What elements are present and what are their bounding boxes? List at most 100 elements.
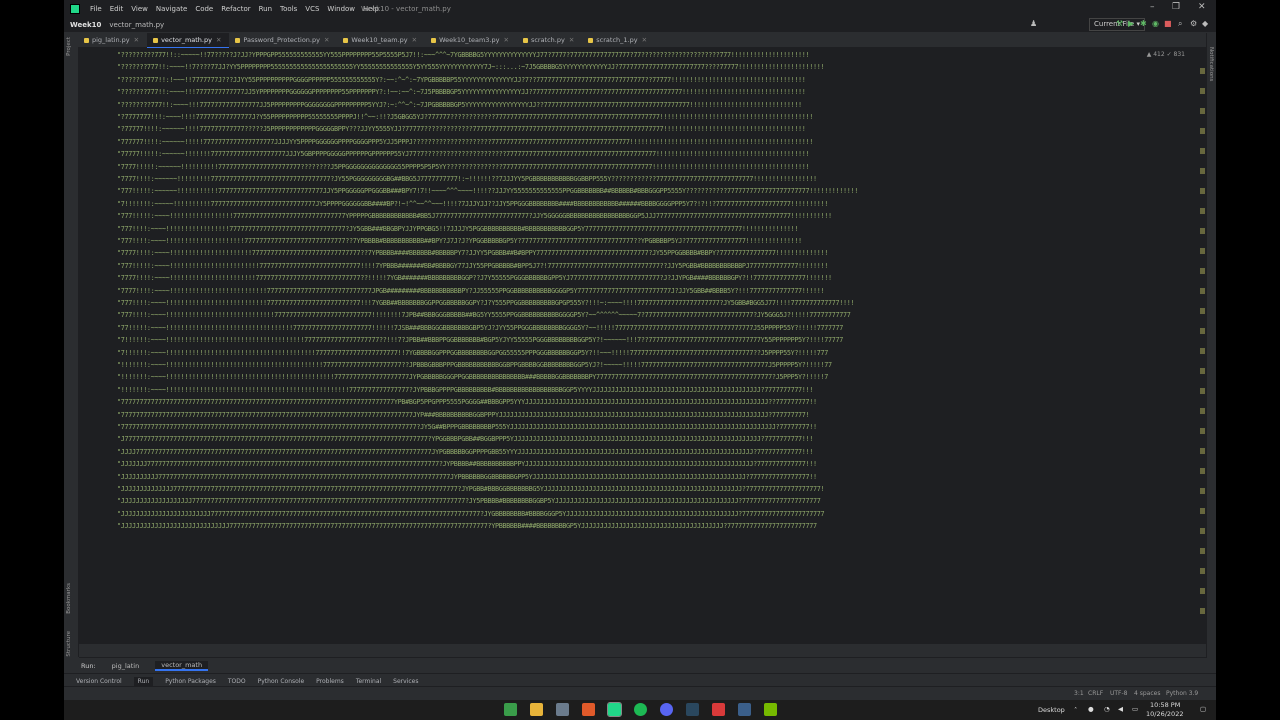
run-tab-pig-latin[interactable]: pig_latin bbox=[106, 662, 146, 670]
bookmarks-tool-button[interactable]: Bookmarks bbox=[66, 583, 72, 614]
menu-file[interactable]: File bbox=[86, 5, 106, 13]
code-line[interactable]: "777!!!!:~~~~!!!!!!!!!!!!!!!!!!!!!!!!!!!… bbox=[117, 312, 851, 319]
editor-scrollbar[interactable] bbox=[1200, 48, 1205, 644]
caret-position[interactable]: 3:1 bbox=[1074, 690, 1084, 697]
tool-run[interactable]: Run bbox=[133, 676, 154, 686]
volume-icon[interactable]: ◀ bbox=[1118, 705, 1123, 713]
code-line[interactable]: "!!!!!!!:~~~~!!!!!!!!!!!!!!!!!!!!!!!!!!!… bbox=[117, 374, 828, 381]
code-line[interactable]: "????????777!!:~~~~!!!7777777777777777JJ… bbox=[117, 101, 802, 109]
menu-code[interactable]: Code bbox=[191, 5, 217, 13]
brave-browser-icon[interactable] bbox=[582, 703, 595, 716]
inspection-widget[interactable]: ▲ 412 ✓ 831 bbox=[1147, 51, 1185, 58]
code-line[interactable]: "7!!!!!!!:~~~~~!!!!!!!!!!777777777777777… bbox=[117, 200, 828, 208]
code-line[interactable]: "777777!!!!:~~~~~~!!!!!77777777777777777… bbox=[117, 138, 813, 146]
menu-edit[interactable]: Edit bbox=[106, 5, 128, 13]
code-line[interactable]: "JJJJ77777777777777777777777777777777777… bbox=[117, 448, 813, 456]
menu-view[interactable]: View bbox=[127, 5, 152, 13]
code-line[interactable]: "???????777!!:~~~~!!!7777777777777JJ5YPP… bbox=[117, 89, 806, 96]
code-line[interactable]: "?77777!!!!:~~~~~~!!!!777777777777?????J… bbox=[117, 126, 806, 133]
code-line[interactable]: "7777!!!!:~~~~!!!!!!!!!!!!!!!!!!!!!!!!!!… bbox=[117, 287, 825, 295]
close-tab-icon[interactable]: ✕ bbox=[216, 33, 221, 47]
close-tab-icon[interactable]: ✕ bbox=[412, 33, 417, 47]
code-line[interactable]: "JJJJJJJ77777777777777777777777777777777… bbox=[117, 461, 817, 468]
code-line[interactable]: "77777!!!!!:~~~~~~!!!!!!!777777777777777… bbox=[117, 151, 810, 158]
build-icon[interactable]: ⚒ bbox=[1116, 19, 1123, 28]
tool-terminal[interactable]: Terminal bbox=[356, 678, 381, 685]
user-icon[interactable]: ♟ bbox=[1030, 19, 1037, 28]
settings-icon[interactable] bbox=[556, 703, 569, 716]
code-line[interactable]: "7777!!!!:~~~~!!!!!!!!!!!!!!!!!!!!!!!777… bbox=[117, 275, 832, 282]
code-line[interactable]: "?????????777!!::~~~~~!!77?????J?JJ?YPPP… bbox=[117, 52, 810, 59]
code-line[interactable]: "777!!!!!:~~~~~~!!!!!!!!!!!7777777777777… bbox=[117, 188, 858, 195]
tab-password-protection[interactable]: Password_Protection.py ✕ bbox=[229, 33, 337, 47]
discord-icon[interactable] bbox=[660, 703, 673, 716]
code-line[interactable]: "JJJJJJJJJJJJJJ7777777777777777777777777… bbox=[117, 486, 825, 493]
project-tool-button[interactable]: Project bbox=[66, 37, 72, 56]
nvidia-icon[interactable] bbox=[764, 703, 777, 716]
notifications-tool-button[interactable]: Notifications bbox=[1208, 47, 1214, 81]
code-line[interactable]: "?7777777!!!:~~~~!!!!777777777777777J?Y5… bbox=[117, 114, 813, 121]
code-line[interactable]: "???????777!!:~~~~!!7????77JJ?YY5PPPPPPP… bbox=[117, 64, 825, 71]
structure-tool-button[interactable]: Structure bbox=[66, 631, 72, 657]
indent-setting[interactable]: 4 spaces bbox=[1134, 690, 1160, 697]
code-line[interactable]: "777777777777777777777777777777777777777… bbox=[117, 424, 817, 431]
python-interpreter[interactable]: Python 3.9 bbox=[1166, 690, 1198, 697]
spotify-icon[interactable] bbox=[634, 703, 647, 716]
code-editor[interactable]: "?????????777!!::~~~~~!!77?????J?JJ?YPPP… bbox=[79, 48, 1207, 644]
tab-scratch[interactable]: scratch.py ✕ bbox=[517, 33, 582, 47]
restore-icon[interactable]: ❐ bbox=[1172, 2, 1180, 12]
code-line[interactable]: "777777777777777777777777777777777777777… bbox=[117, 411, 810, 419]
tool-services[interactable]: Services bbox=[393, 678, 418, 685]
run-icon[interactable]: ▶ bbox=[1128, 19, 1134, 28]
clock-date[interactable]: 10/26/2022 bbox=[1146, 710, 1183, 718]
minimize-icon[interactable]: – bbox=[1150, 2, 1155, 12]
coverage-icon[interactable]: ◉ bbox=[1152, 19, 1159, 28]
code-line[interactable]: "7!!!!!!:~~~~!!!!!!!!!!!!!!!!!!!!!!!!!!!… bbox=[117, 349, 828, 357]
code-line[interactable]: "7!!!!!!:~~~~!!!!!!!!!!!!!!!!!!!!!!!!!!!… bbox=[117, 337, 843, 344]
code-line[interactable]: "7777!!!!:~~~~~~!!!!!!!!!777777777777777… bbox=[117, 176, 817, 183]
tab-vector-math[interactable]: vector_math.py ✕ bbox=[147, 33, 230, 49]
menu-tools[interactable]: Tools bbox=[276, 5, 301, 13]
code-line[interactable]: "JJJJJJJJJJJJJJJJJJJJJJJJ777777777777777… bbox=[117, 510, 825, 518]
tool-version-control[interactable]: Version Control bbox=[76, 678, 122, 685]
tab-scratch-1[interactable]: scratch_1.py ✕ bbox=[582, 33, 655, 47]
code-line[interactable]: "JJJJJJJJJJJJJJJJJJJ77777777777777777777… bbox=[117, 498, 821, 505]
desktop-label[interactable]: Desktop bbox=[1038, 706, 1065, 714]
steam-icon[interactable] bbox=[686, 703, 699, 716]
code-line[interactable]: "777!!!!:~~~~!!!!!!!!!!!!!!!!!!!!!777777… bbox=[117, 238, 802, 245]
file-encoding[interactable]: UTF-8 bbox=[1110, 690, 1128, 697]
tool-python-packages[interactable]: Python Packages bbox=[165, 678, 216, 685]
code-line[interactable]: "7777!!!!:~~~~!!!!!!!!!!!!!!!!!!!!!!7777… bbox=[117, 250, 828, 257]
code-area[interactable]: "?????????777!!::~~~~~!!77?????J?JJ?YPPP… bbox=[117, 48, 1205, 644]
code-line[interactable]: "!!!!!!!:~~~~!!!!!!!!!!!!!!!!!!!!!!!!!!!… bbox=[117, 386, 813, 394]
pycharm-taskbar-icon[interactable] bbox=[607, 702, 622, 717]
menu-window[interactable]: Window bbox=[323, 5, 359, 13]
run-tab-vector-math[interactable]: vector_math bbox=[155, 660, 209, 671]
line-separator[interactable]: CRLF bbox=[1088, 690, 1103, 697]
close-tab-icon[interactable]: ✕ bbox=[569, 33, 574, 47]
code-line[interactable]: "???????777!!:!~~~!!7777777J???JJYY55PPP… bbox=[117, 76, 806, 84]
app-icon[interactable] bbox=[712, 703, 725, 716]
code-line[interactable]: "777!!!!!:~~~~!!!!!!!!!!!!!!!!!!!!!!!!77… bbox=[117, 262, 828, 270]
tab-week10-team3[interactable]: Week10_team3.py ✕ bbox=[425, 33, 517, 47]
clock-time[interactable]: 10:58 PM bbox=[1150, 701, 1180, 709]
code-line[interactable]: "77!!!!!:~~~~!!!!!!!!!!!!!!!!!!!!!!!!!!!… bbox=[117, 324, 843, 332]
debug-icon[interactable]: ✱ bbox=[1140, 19, 1147, 28]
close-tab-icon[interactable]: ✕ bbox=[324, 33, 329, 47]
code-line[interactable]: "777!!!!!:~~~~!!!!!!!!!!!!!!!!!777777777… bbox=[117, 213, 832, 220]
stop-icon[interactable]: ■ bbox=[1164, 19, 1172, 28]
code-line[interactable]: "7777!!!!!:~~~~~~!!!!!!!!!!7777777777777… bbox=[117, 163, 810, 171]
mic-icon[interactable]: ● bbox=[1088, 705, 1094, 713]
code-line[interactable]: "J77777777777777777777777777777777777777… bbox=[117, 436, 813, 443]
tool-problems[interactable]: Problems bbox=[316, 678, 344, 685]
close-tab-icon[interactable]: ✕ bbox=[134, 33, 139, 47]
tool-todo[interactable]: TODO bbox=[228, 678, 246, 685]
code-line[interactable]: "!!!!!!!:~~~~!!!!!!!!!!!!!!!!!!!!!!!!!!!… bbox=[117, 362, 832, 369]
gear-icon[interactable]: ⚙ bbox=[1190, 19, 1197, 28]
code-line[interactable]: "JJJJJJJJJJJJJJJJJJJJJJJJJJJJJ7777777777… bbox=[117, 523, 817, 530]
close-icon[interactable]: ✕ bbox=[1198, 2, 1206, 12]
menu-vcs[interactable]: VCS bbox=[301, 5, 323, 13]
project-breadcrumb[interactable]: Week10 bbox=[70, 21, 101, 29]
search-icon[interactable]: ⌕ bbox=[1178, 19, 1182, 29]
tab-pig-latin[interactable]: pig_latin.py ✕ bbox=[78, 33, 147, 47]
